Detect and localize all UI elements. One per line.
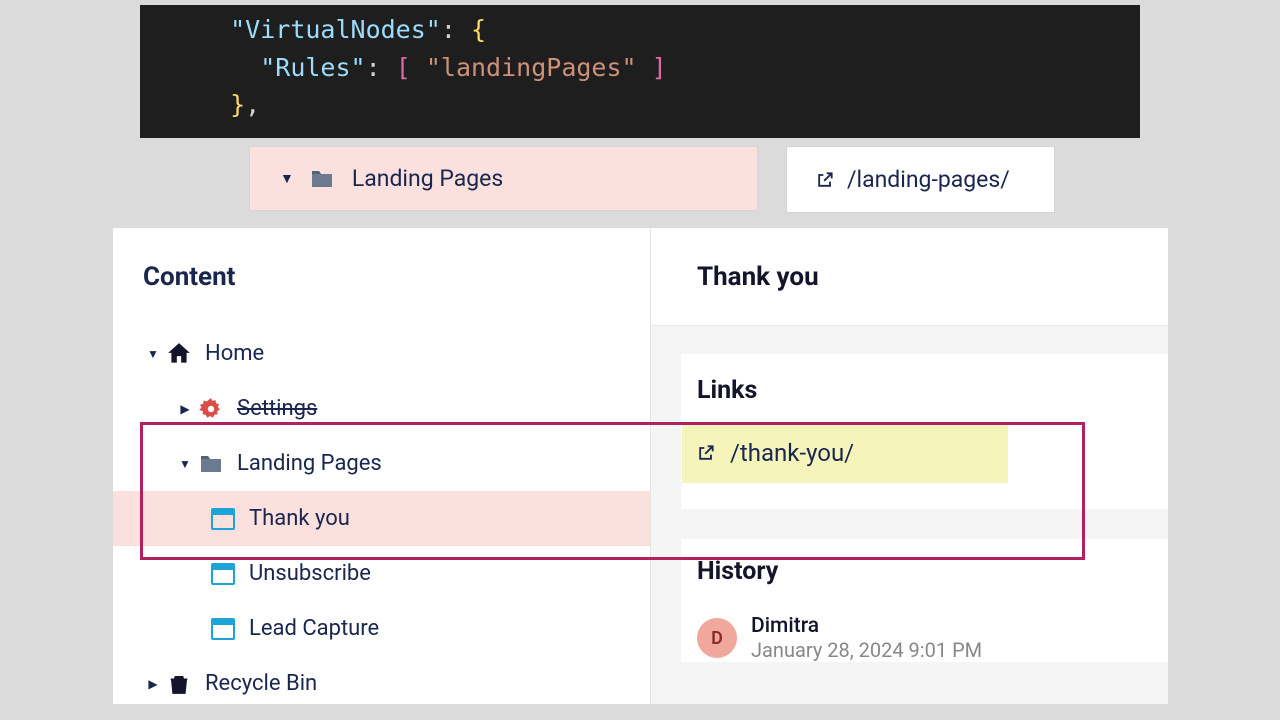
- chevron-right-icon: ▶: [175, 402, 195, 416]
- tree-item-lead-capture[interactable]: Lead Capture: [113, 601, 650, 656]
- history-date: January 28, 2024 9:01 PM: [751, 638, 982, 662]
- page-icon: [207, 618, 239, 640]
- json-key-rules: Rules: [275, 53, 350, 82]
- tree-label-settings: Settings: [237, 396, 317, 421]
- external-link-icon: [696, 443, 716, 463]
- sidebar: Content ▼ Home ▶ Settings ▼: [113, 228, 651, 704]
- sidebar-title: Content: [143, 262, 650, 292]
- tree-item-settings[interactable]: ▶ Settings: [143, 381, 650, 436]
- chevron-right-icon: ▶: [143, 677, 163, 691]
- chevron-down-icon: ▼: [280, 170, 294, 187]
- code-block: "VirtualNodes": { "Rules": [ "landingPag…: [140, 5, 1140, 138]
- page-icon: [207, 563, 239, 585]
- tree-label-recycle-bin: Recycle Bin: [205, 671, 317, 696]
- history-heading: History: [697, 557, 1168, 586]
- link-chip-label: /landing-pages/: [847, 166, 1010, 193]
- link-url: /thank-you/: [730, 439, 854, 467]
- tree-item-thank-you[interactable]: Thank you: [113, 491, 650, 546]
- details-title: Thank you: [697, 262, 819, 292]
- folder-chip-landing-pages[interactable]: ▼ Landing Pages: [250, 147, 757, 210]
- top-row: ▼ Landing Pages /landing-pages/: [250, 147, 1055, 214]
- tree-item-unsubscribe[interactable]: Unsubscribe: [113, 546, 650, 601]
- main-panel: Content ▼ Home ▶ Settings ▼: [113, 228, 1168, 704]
- links-card: Links /thank-you/: [681, 354, 1168, 509]
- tree-item-recycle-bin[interactable]: ▶ Recycle Bin: [143, 656, 650, 704]
- links-heading: Links: [697, 376, 1168, 405]
- history-meta: Dimitra January 28, 2024 9:01 PM: [751, 614, 982, 662]
- tree-label-thank-you: Thank you: [249, 506, 350, 531]
- details-header: Thank you: [651, 228, 1168, 326]
- details-panel: Thank you Links /thank-you/ History D Di…: [651, 228, 1168, 704]
- home-icon: [163, 341, 195, 367]
- tree-label-home: Home: [205, 341, 264, 366]
- external-link-icon: [815, 170, 835, 190]
- trash-icon: [163, 673, 195, 695]
- history-author: Dimitra: [751, 614, 982, 638]
- history-entry[interactable]: D Dimitra January 28, 2024 9:01 PM: [697, 614, 1168, 662]
- chevron-down-icon: ▼: [175, 457, 195, 471]
- page-icon: [207, 508, 239, 530]
- folder-icon: [195, 454, 227, 474]
- tree-label-unsubscribe: Unsubscribe: [249, 561, 371, 586]
- folder-icon: [310, 169, 334, 189]
- content-tree: ▼ Home ▶ Settings ▼ Landing Pages: [143, 326, 650, 704]
- tree-item-landing-pages[interactable]: ▼ Landing Pages: [143, 436, 650, 491]
- avatar: D: [697, 618, 737, 658]
- folder-chip-label: Landing Pages: [352, 165, 503, 192]
- json-value-landingpages: landingPages: [441, 53, 622, 82]
- link-chip[interactable]: /landing-pages/: [787, 147, 1054, 212]
- link-item[interactable]: /thank-you/: [682, 423, 1008, 483]
- tree-label-lead-capture: Lead Capture: [249, 616, 379, 641]
- gear-icon: [195, 397, 227, 421]
- tree-item-home[interactable]: ▼ Home: [143, 326, 650, 381]
- json-key-virtualnodes: VirtualNodes: [245, 15, 426, 44]
- chevron-down-icon: ▼: [143, 347, 163, 361]
- tree-label-landing-pages: Landing Pages: [237, 451, 382, 476]
- history-card: History D Dimitra January 28, 2024 9:01 …: [681, 539, 1168, 662]
